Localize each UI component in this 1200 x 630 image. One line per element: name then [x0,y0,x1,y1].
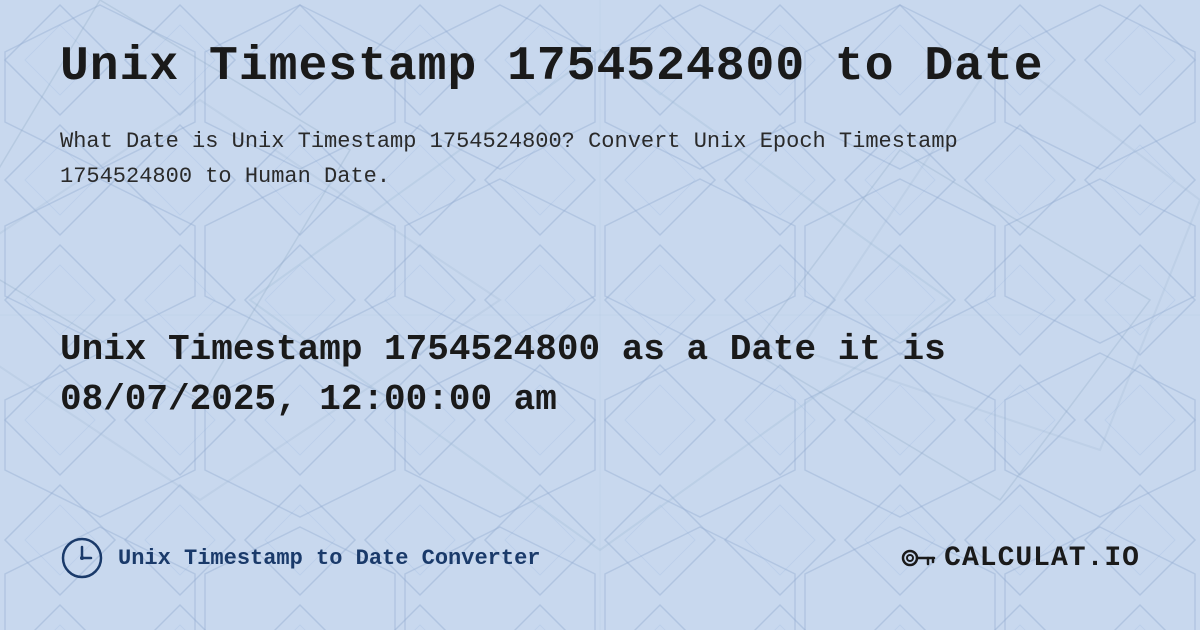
result-text: Unix Timestamp 1754524800 as a Date it i… [60,325,1140,426]
footer: Unix Timestamp to Date Converter CALCULA… [60,536,1140,590]
page-description: What Date is Unix Timestamp 1754524800? … [60,124,960,194]
footer-left: Unix Timestamp to Date Converter [60,536,540,580]
result-section: Unix Timestamp 1754524800 as a Date it i… [60,325,1140,426]
footer-label: Unix Timestamp to Date Converter [118,546,540,571]
logo: CALCULAT.IO [900,540,1140,576]
page-title: Unix Timestamp 1754524800 to Date [60,40,1140,94]
logo-icon [900,540,936,576]
result-line2: 08/07/2025, 12:00:00 am [60,379,557,420]
result-line1: Unix Timestamp 1754524800 as a Date it i… [60,329,946,370]
logo-text: CALCULAT.IO [944,543,1140,574]
clock-icon [60,536,104,580]
